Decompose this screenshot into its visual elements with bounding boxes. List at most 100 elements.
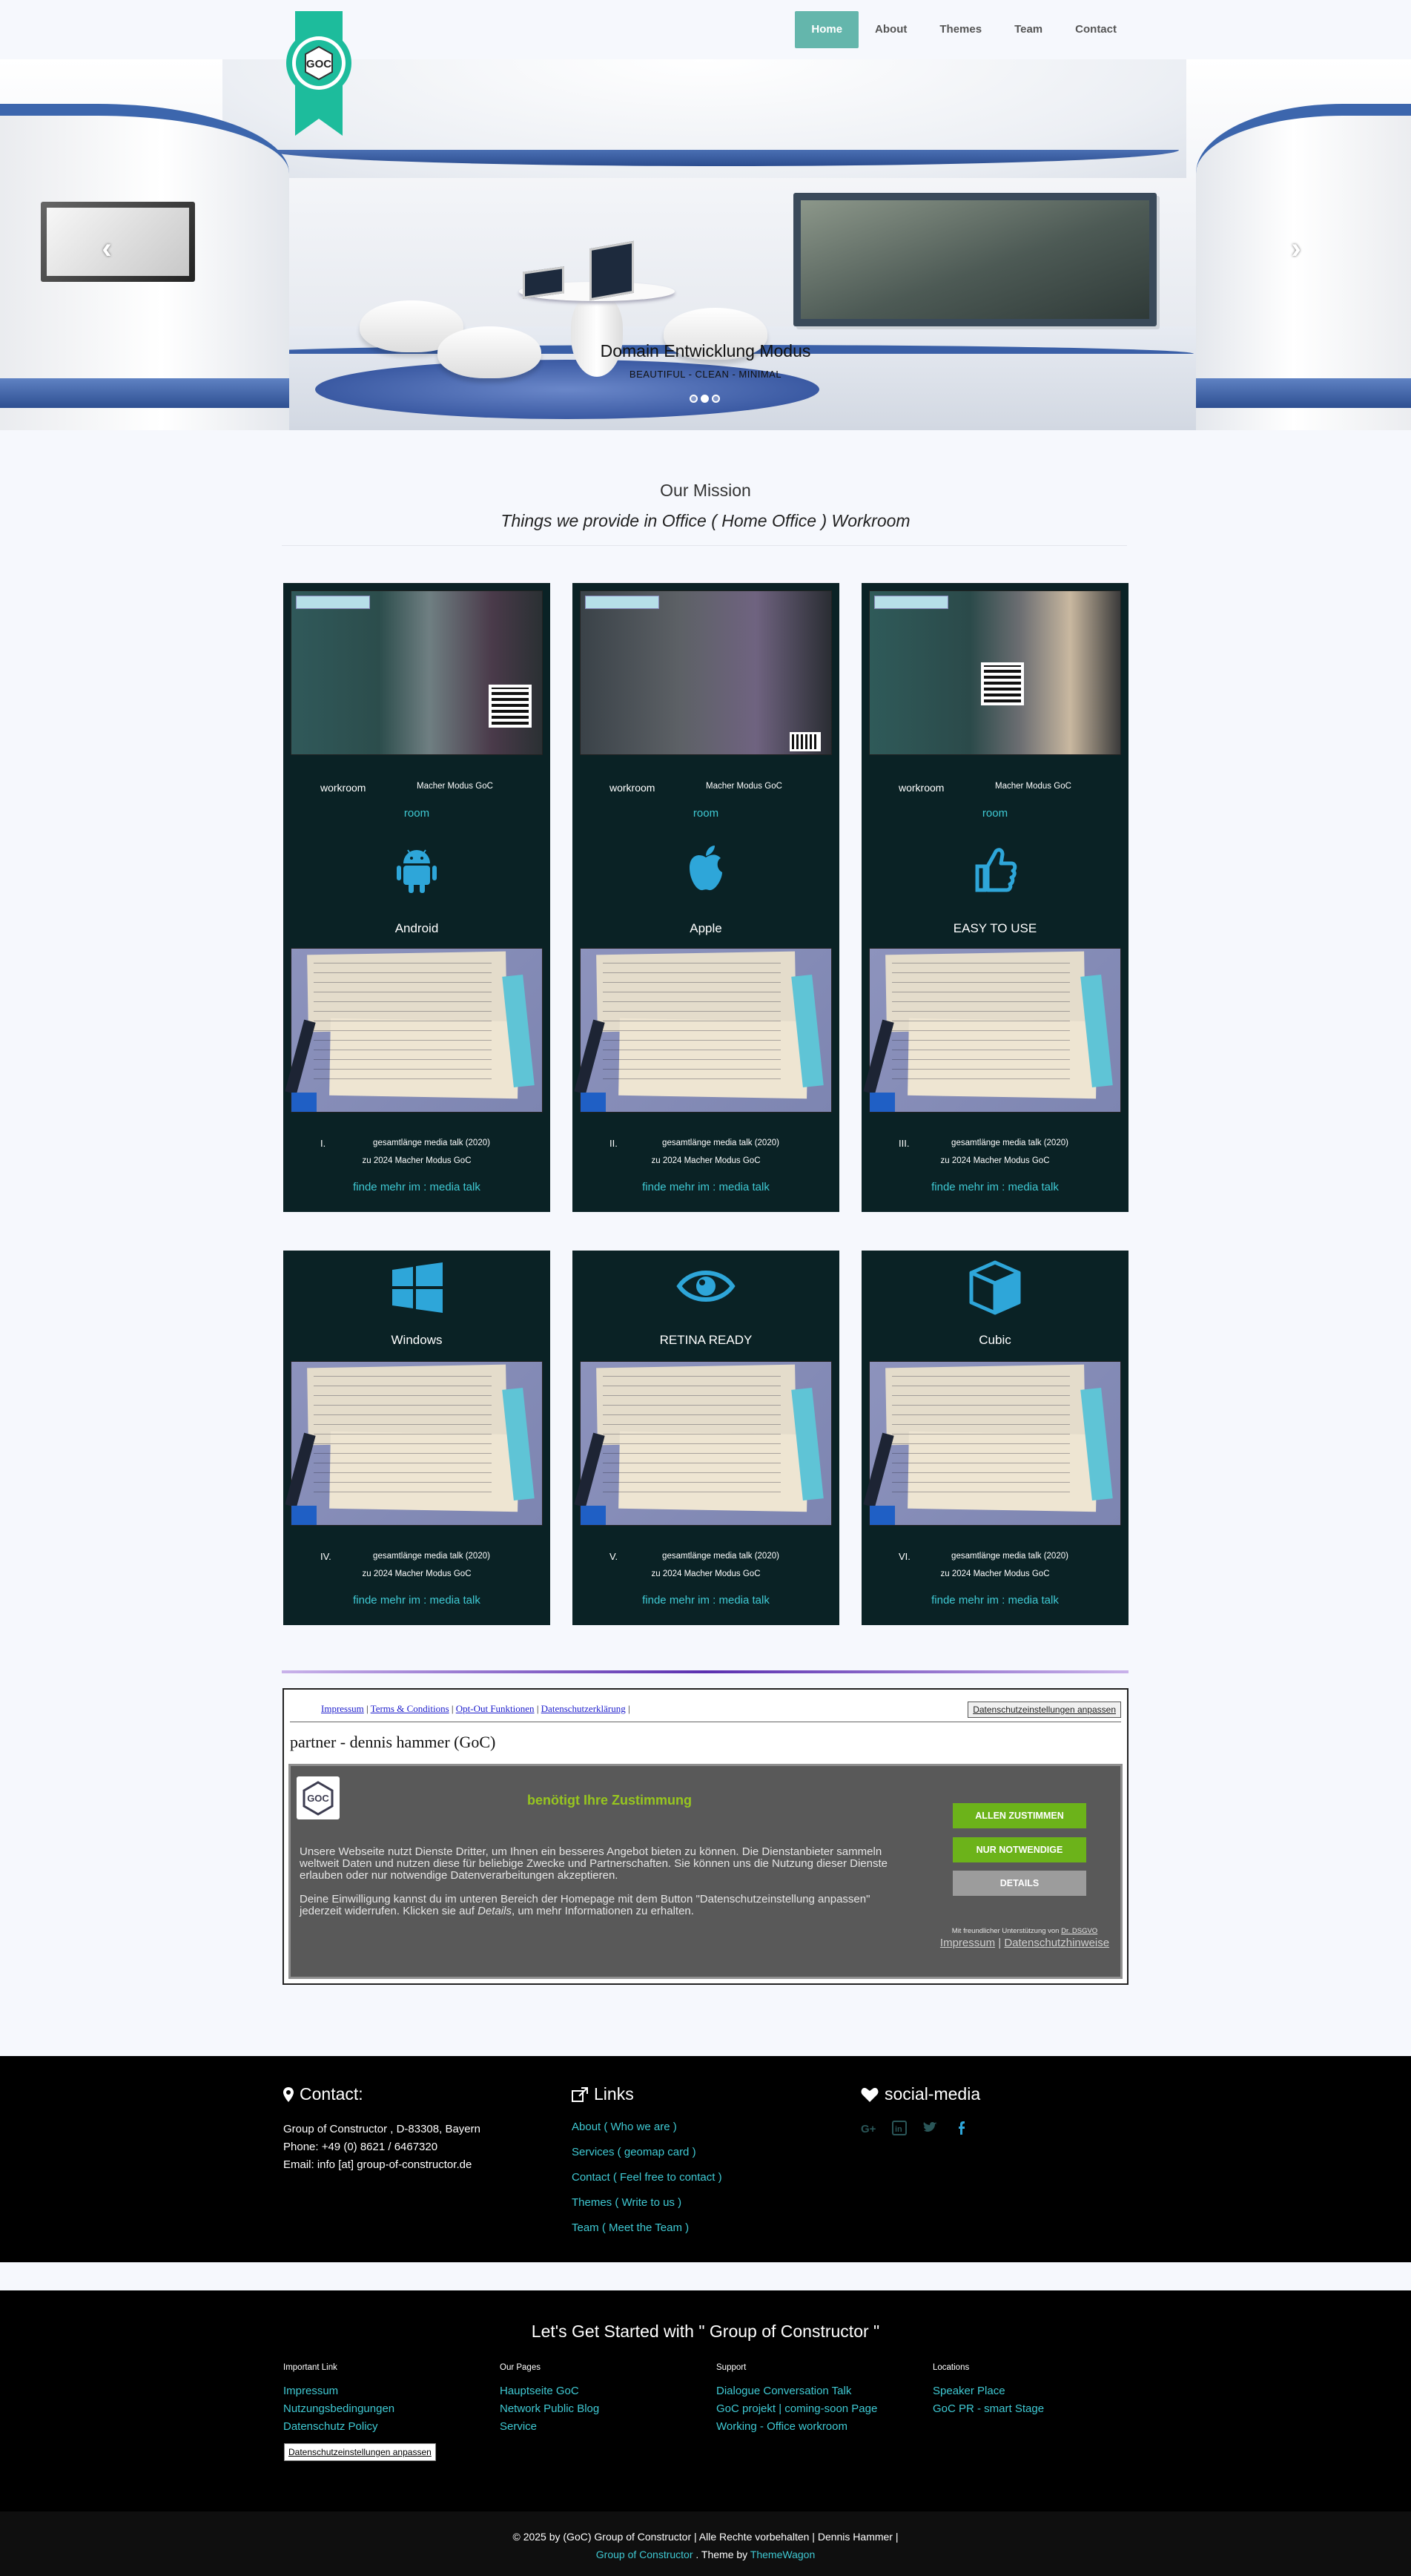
chevron-right-icon[interactable]: › bbox=[1281, 234, 1311, 263]
card-title: EASY TO USE bbox=[953, 921, 1037, 935]
note-photo bbox=[574, 948, 832, 1113]
privacy-policy-link[interactable]: Datenschutzerklärung bbox=[541, 1703, 626, 1714]
nav-contact[interactable]: Contact bbox=[1059, 11, 1133, 48]
footer-link-dialogue[interactable]: Dialogue Conversation Talk bbox=[716, 2382, 877, 2400]
footer-contact-heading: Contact: bbox=[283, 2084, 480, 2104]
workroom-photo bbox=[869, 590, 1121, 755]
card-media-link[interactable]: finde mehr im : media talk bbox=[862, 1594, 1129, 1607]
card-room-link[interactable]: room bbox=[862, 807, 1129, 820]
mission-subtitle: Things we provide in Office ( Home Offic… bbox=[500, 511, 911, 530]
apple-icon bbox=[690, 846, 722, 891]
footer-link-workroom[interactable]: Working - Office workroom bbox=[716, 2418, 877, 2436]
facebook-icon[interactable] bbox=[954, 2121, 969, 2135]
note-photo bbox=[863, 1361, 1121, 1526]
footer-social: social-media G+ in bbox=[861, 2084, 980, 2135]
card-media-link[interactable]: finde mehr im : media talk bbox=[572, 1181, 839, 1193]
feature-card-windows: Windows IV. gesamtlänge media talk (2020… bbox=[283, 1251, 550, 1625]
slider-dot-active[interactable] bbox=[701, 395, 709, 403]
thumbs-up-icon bbox=[975, 848, 1017, 892]
heart-icon bbox=[861, 2087, 879, 2102]
card-meta-1: gesamtlänge media talk (2020) bbox=[373, 1139, 490, 1147]
themewagon-link[interactable]: ThemeWagon bbox=[750, 2549, 815, 2560]
card-title: Cubic bbox=[979, 1333, 1011, 1347]
footer-link-terms[interactable]: Nutzungsbedingungen bbox=[283, 2400, 394, 2418]
feature-card-easy: workroom Macher Modus GoC room EASY TO U… bbox=[862, 583, 1129, 1212]
nav-home[interactable]: Home bbox=[795, 11, 859, 48]
privacy-settings-button[interactable]: Datenschutzeinstellungen anpassen bbox=[968, 1702, 1121, 1718]
workroom-photo bbox=[580, 590, 832, 755]
footer-link-homepage[interactable]: Hauptseite GoC bbox=[500, 2382, 599, 2400]
main-nav: Home About Themes Team Contact bbox=[795, 11, 1133, 48]
footer-links-heading: Links bbox=[572, 2084, 722, 2104]
terms-link[interactable]: Terms & Conditions bbox=[371, 1703, 449, 1714]
necessary-only-button[interactable]: NUR NOTWENDIGE bbox=[953, 1837, 1086, 1862]
footer-link-blog[interactable]: Network Public Blog bbox=[500, 2400, 599, 2418]
brand-link[interactable]: Group of Constructor bbox=[596, 2549, 693, 2560]
consent-footer-links: Impressum | Datenschutzhinweise bbox=[939, 1937, 1110, 1949]
card-meta-2: zu 2024 Macher Modus GoC bbox=[940, 1156, 1050, 1165]
consent-links: Impressum | Terms & Conditions | Opt-Out… bbox=[321, 1703, 630, 1714]
footer-link-team[interactable]: Team ( Meet the Team ) bbox=[572, 2216, 722, 2241]
consent-impressum-link[interactable]: Impressum bbox=[940, 1937, 995, 1949]
card-room-link[interactable]: room bbox=[283, 807, 550, 820]
footer-info: Contact: Group of Constructor , D-83308,… bbox=[0, 2056, 1411, 2262]
card-meta-2: zu 2024 Macher Modus GoC bbox=[651, 1156, 761, 1165]
card-media-link[interactable]: finde mehr im : media talk bbox=[572, 1594, 839, 1607]
top-navbar: Home About Themes Team Contact bbox=[0, 0, 1411, 59]
goc-badge-icon: GOC bbox=[286, 11, 351, 136]
footer-links: Links About ( Who we are ) Services ( ge… bbox=[572, 2084, 722, 2241]
footer-link-impressum[interactable]: Impressum bbox=[283, 2382, 394, 2400]
mission-section: Our Mission Things we provide in Office … bbox=[0, 481, 1411, 531]
footer-column-locations: Locations Speaker Place GoC PR - smart S… bbox=[933, 2363, 1044, 2418]
site-logo[interactable]: GOC bbox=[282, 11, 356, 137]
footer-link-service[interactable]: Service bbox=[500, 2418, 599, 2436]
footer-privacy-settings-button[interactable]: Datenschutzeinstellungen anpassen bbox=[284, 2443, 436, 2461]
card-media-link[interactable]: finde mehr im : media talk bbox=[283, 1594, 550, 1607]
note-photo bbox=[285, 1361, 543, 1526]
consent-support-text: Mit freundlicher Unterstützung von Dr. D… bbox=[951, 1927, 1098, 1935]
footer-link-themes[interactable]: Themes ( Write to us ) bbox=[572, 2190, 722, 2216]
linkedin-icon[interactable]: in bbox=[892, 2121, 907, 2135]
footer-link-services[interactable]: Services ( geomap card ) bbox=[572, 2140, 722, 2165]
footer-link-smart-stage[interactable]: GoC PR - smart Stage bbox=[933, 2400, 1044, 2418]
divider bbox=[282, 1670, 1129, 1673]
slider-dot[interactable] bbox=[712, 395, 720, 403]
svg-text:GOC: GOC bbox=[306, 58, 331, 70]
workroom-photo bbox=[291, 590, 543, 755]
accept-all-button[interactable]: ALLEN ZUSTIMMEN bbox=[953, 1803, 1086, 1828]
card-room-left: workroom bbox=[899, 782, 945, 794]
slider-dot[interactable] bbox=[690, 395, 698, 403]
footer-link-about[interactable]: About ( Who we are ) bbox=[572, 2115, 722, 2140]
nav-themes[interactable]: Themes bbox=[923, 11, 998, 48]
opt-out-link[interactable]: Opt-Out Funktionen bbox=[456, 1703, 535, 1714]
nav-team[interactable]: Team bbox=[998, 11, 1059, 48]
hero-subtitle: BEAUTIFUL - CLEAN - MINIMAL bbox=[629, 369, 782, 380]
footer-sitemap: Let's Get Started with " Group of Constr… bbox=[0, 2290, 1411, 2511]
twitter-icon[interactable] bbox=[923, 2121, 938, 2135]
consent-privacy-link[interactable]: Datenschutzhinweise bbox=[1004, 1937, 1109, 1949]
card-meta-1: gesamtlänge media talk (2020) bbox=[951, 1552, 1068, 1561]
footer-link-speaker-place[interactable]: Speaker Place bbox=[933, 2382, 1044, 2400]
details-button[interactable]: DETAILS bbox=[953, 1871, 1086, 1896]
contact-phone: Phone: +49 (0) 8621 / 6467320 bbox=[283, 2141, 438, 2153]
hero-title: Domain Entwicklung Modus bbox=[600, 341, 811, 360]
footer-link-contact[interactable]: Contact ( Feel free to contact ) bbox=[572, 2165, 722, 2190]
consent-paragraph-1: Unsere Webseite nutzt Dienste Dritter, u… bbox=[300, 1845, 888, 1882]
footer-cta-heading: Let's Get Started with " Group of Constr… bbox=[531, 2322, 880, 2341]
card-room-link[interactable]: room bbox=[572, 807, 839, 820]
card-meta-2: zu 2024 Macher Modus GoC bbox=[362, 1156, 472, 1165]
card-title: Android bbox=[394, 921, 439, 935]
chevron-left-icon[interactable]: ‹ bbox=[92, 234, 122, 263]
impressum-link[interactable]: Impressum bbox=[321, 1703, 364, 1714]
dr-dsgvo-link[interactable]: Dr. DSGVO bbox=[1061, 1927, 1097, 1935]
consent-heading: benötigt Ihre Zustimmung bbox=[527, 1793, 692, 1808]
card-media-link[interactable]: finde mehr im : media talk bbox=[283, 1181, 550, 1193]
footer-link-coming-soon[interactable]: GoC projekt | coming-soon Page bbox=[716, 2400, 877, 2418]
google-plus-icon[interactable]: G+ bbox=[861, 2121, 876, 2135]
nav-about[interactable]: About bbox=[859, 11, 923, 48]
card-title: Apple bbox=[690, 921, 722, 935]
footer-link-privacy[interactable]: Datenschutz Policy bbox=[283, 2418, 394, 2436]
card-room-right: Macher Modus GoC bbox=[417, 782, 493, 791]
card-media-link[interactable]: finde mehr im : media talk bbox=[862, 1181, 1129, 1193]
footer-contact: Contact: Group of Constructor , D-83308,… bbox=[283, 2084, 480, 2174]
